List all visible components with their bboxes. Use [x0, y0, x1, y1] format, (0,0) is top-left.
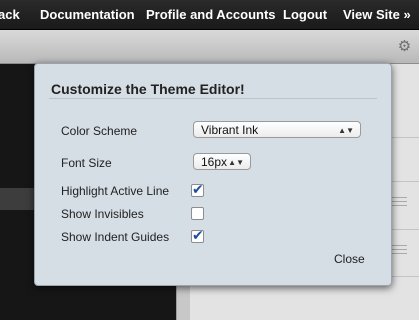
font-size-label: Font Size: [61, 156, 112, 170]
select-arrows-icon: ▲▼: [228, 158, 244, 167]
theme-editor-settings-dialog: Customize the Theme Editor! Color Scheme…: [34, 63, 392, 286]
select-arrows-icon: ▲▼: [338, 126, 354, 135]
color-scheme-select[interactable]: Vibrant Ink ▲▼: [193, 121, 361, 138]
editor-toolbar: [0, 30, 419, 64]
checkmark-icon: ✔: [192, 227, 204, 243]
highlight-active-line-checkbox[interactable]: ✔: [191, 181, 204, 197]
font-size-select[interactable]: 16px ▲▼: [193, 153, 251, 170]
font-size-value: 16px: [201, 155, 228, 169]
color-scheme-label: Color Scheme: [61, 124, 138, 138]
top-nav: ack Documentation Profile and Accounts L…: [0, 0, 419, 30]
dialog-title: Customize the Theme Editor!: [51, 81, 245, 97]
close-button[interactable]: Close: [334, 252, 365, 266]
show-invisibles-checkbox[interactable]: [191, 207, 204, 220]
nav-link-logout[interactable]: Logout: [283, 7, 327, 22]
nav-link-back[interactable]: ack: [0, 7, 20, 22]
drag-handle-icon[interactable]: [390, 197, 407, 206]
color-scheme-value: Vibrant Ink: [201, 123, 259, 137]
show-indent-guides-checkbox[interactable]: ✔: [191, 227, 204, 243]
show-invisibles-label: Show Invisibles: [61, 207, 144, 221]
title-divider: [49, 98, 377, 99]
gear-icon[interactable]: ⚙: [397, 39, 412, 54]
drag-handle-icon[interactable]: [390, 245, 407, 254]
checkmark-icon: ✔: [192, 181, 204, 197]
highlight-active-line-label: Highlight Active Line: [61, 184, 170, 198]
nav-link-profile-accounts[interactable]: Profile and Accounts: [146, 7, 276, 22]
show-indent-guides-label: Show Indent Guides: [61, 230, 170, 244]
nav-link-view-site[interactable]: View Site »: [343, 7, 411, 22]
nav-link-documentation[interactable]: Documentation: [40, 7, 135, 22]
